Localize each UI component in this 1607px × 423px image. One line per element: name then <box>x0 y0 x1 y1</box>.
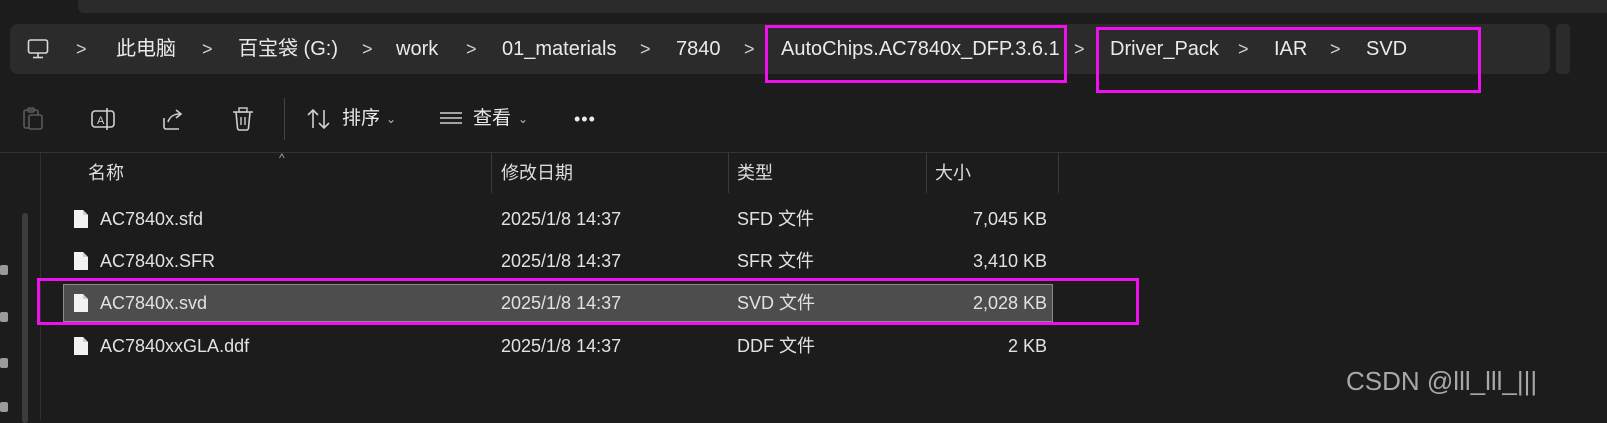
file-date: 2025/1/8 14:37 <box>501 251 622 271</box>
navigation-pane[interactable] <box>0 153 41 423</box>
file-size: 2,028 KB <box>972 293 1047 313</box>
file-date: 2025/1/8 14:37 <box>501 209 622 229</box>
pin-icon <box>0 358 8 368</box>
column-header-type[interactable]: 类型 <box>737 153 773 193</box>
file-size: 3,410 KB <box>972 251 1047 271</box>
column-divider[interactable] <box>728 153 729 193</box>
column-divider[interactable] <box>1058 153 1059 193</box>
breadcrumb-separator[interactable]: > <box>362 24 373 74</box>
view-button[interactable]: 查看 <box>473 104 511 134</box>
breadcrumb-separator[interactable]: > <box>1074 24 1085 74</box>
command-bar: A 排序 ⌄ 查看 ⌄ ••• <box>0 86 1607 153</box>
file-type: SVD 文件 <box>737 293 816 313</box>
more-options-button[interactable]: ••• <box>574 104 596 134</box>
file-date: 2025/1/8 14:37 <box>501 293 622 313</box>
breadcrumb-separator[interactable]: > <box>1238 24 1249 74</box>
file-name: AC7840x.sfd <box>100 209 204 229</box>
file-icon <box>73 251 89 271</box>
svg-text:A: A <box>97 115 105 127</box>
file-name: AC7840xxGLA.ddf <box>100 336 250 356</box>
breadcrumb-work[interactable]: work <box>396 24 438 74</box>
file-size: 2 KB <box>1007 336 1047 356</box>
column-header-size[interactable]: 大小 <box>935 153 971 193</box>
address-bar-scroll[interactable] <box>1556 24 1570 74</box>
file-icon <box>73 336 89 356</box>
file-type: DDF 文件 <box>737 336 815 356</box>
file-icon <box>73 209 89 229</box>
breadcrumb-driver-pack[interactable]: Driver_Pack <box>1110 24 1219 74</box>
breadcrumb-separator[interactable]: > <box>202 24 213 74</box>
file-name: AC7840x.SFR <box>100 251 216 271</box>
file-size: 7,045 KB <box>972 209 1047 229</box>
file-row-selected[interactable]: AC7840x.svd 2025/1/8 14:37 SVD 文件 2,028 … <box>63 284 1053 322</box>
paste-icon[interactable] <box>18 104 48 134</box>
file-row[interactable]: AC7840x.sfd 2025/1/8 14:37 SFD 文件 7,045 … <box>64 201 1052 237</box>
breadcrumb-separator[interactable]: > <box>640 24 651 74</box>
toolbar-divider <box>284 98 285 140</box>
breadcrumb-separator[interactable]: > <box>1330 24 1341 74</box>
view-icon[interactable] <box>436 104 466 134</box>
column-divider[interactable] <box>926 153 927 193</box>
delete-icon[interactable] <box>228 104 258 134</box>
file-row[interactable]: AC7840x.SFR 2025/1/8 14:37 SFR 文件 3,410 … <box>64 243 1052 279</box>
file-icon <box>73 293 89 313</box>
file-name: AC7840x.svd <box>100 293 208 313</box>
pin-icon <box>0 312 8 322</box>
pin-icon <box>0 265 8 275</box>
computer-icon[interactable] <box>26 37 50 61</box>
file-date: 2025/1/8 14:37 <box>501 336 622 356</box>
column-divider[interactable] <box>491 153 492 193</box>
file-row[interactable]: AC7840xxGLA.ddf 2025/1/8 14:37 DDF 文件 2 … <box>64 328 1052 364</box>
file-type: SFR 文件 <box>737 251 815 271</box>
breadcrumb-separator[interactable]: > <box>744 24 755 74</box>
breadcrumb-separator[interactable]: > <box>76 24 87 74</box>
breadcrumb-7840[interactable]: 7840 <box>676 24 721 74</box>
share-icon[interactable] <box>158 104 188 134</box>
breadcrumb-materials[interactable]: 01_materials <box>502 24 617 74</box>
view-chevron-down-icon[interactable]: ⌄ <box>518 104 528 134</box>
sort-button[interactable]: 排序 <box>342 104 380 134</box>
column-header-date[interactable]: 修改日期 <box>501 153 573 193</box>
sort-chevron-down-icon[interactable]: ⌄ <box>386 104 396 134</box>
watermark: CSDN @lll_lll_||| <box>1346 366 1538 396</box>
tab-strip-area <box>78 0 1607 13</box>
address-bar[interactable]: > 此电脑 > 百宝袋 (G:) > work > 01_materials >… <box>10 24 1550 74</box>
breadcrumb-this-pc[interactable]: 此电脑 <box>116 24 176 74</box>
rename-icon[interactable]: A <box>88 104 118 134</box>
breadcrumb-dfp-pack[interactable]: AutoChips.AC7840x_DFP.3.6.1 <box>781 24 1060 74</box>
column-header-row: 名称 修改日期 类型 大小 <box>40 153 1140 193</box>
sort-icon[interactable] <box>304 104 334 134</box>
file-type: SFD 文件 <box>737 209 815 229</box>
pin-icon <box>0 402 8 412</box>
nav-scrollbar[interactable] <box>22 213 28 423</box>
top-strip <box>0 0 1607 16</box>
breadcrumb-separator[interactable]: > <box>466 24 477 74</box>
breadcrumb-svd[interactable]: SVD <box>1366 24 1407 74</box>
breadcrumb-iar[interactable]: IAR <box>1274 24 1307 74</box>
breadcrumb-drive-g[interactable]: 百宝袋 (G:) <box>238 24 338 74</box>
column-header-name[interactable]: 名称 <box>88 153 124 193</box>
